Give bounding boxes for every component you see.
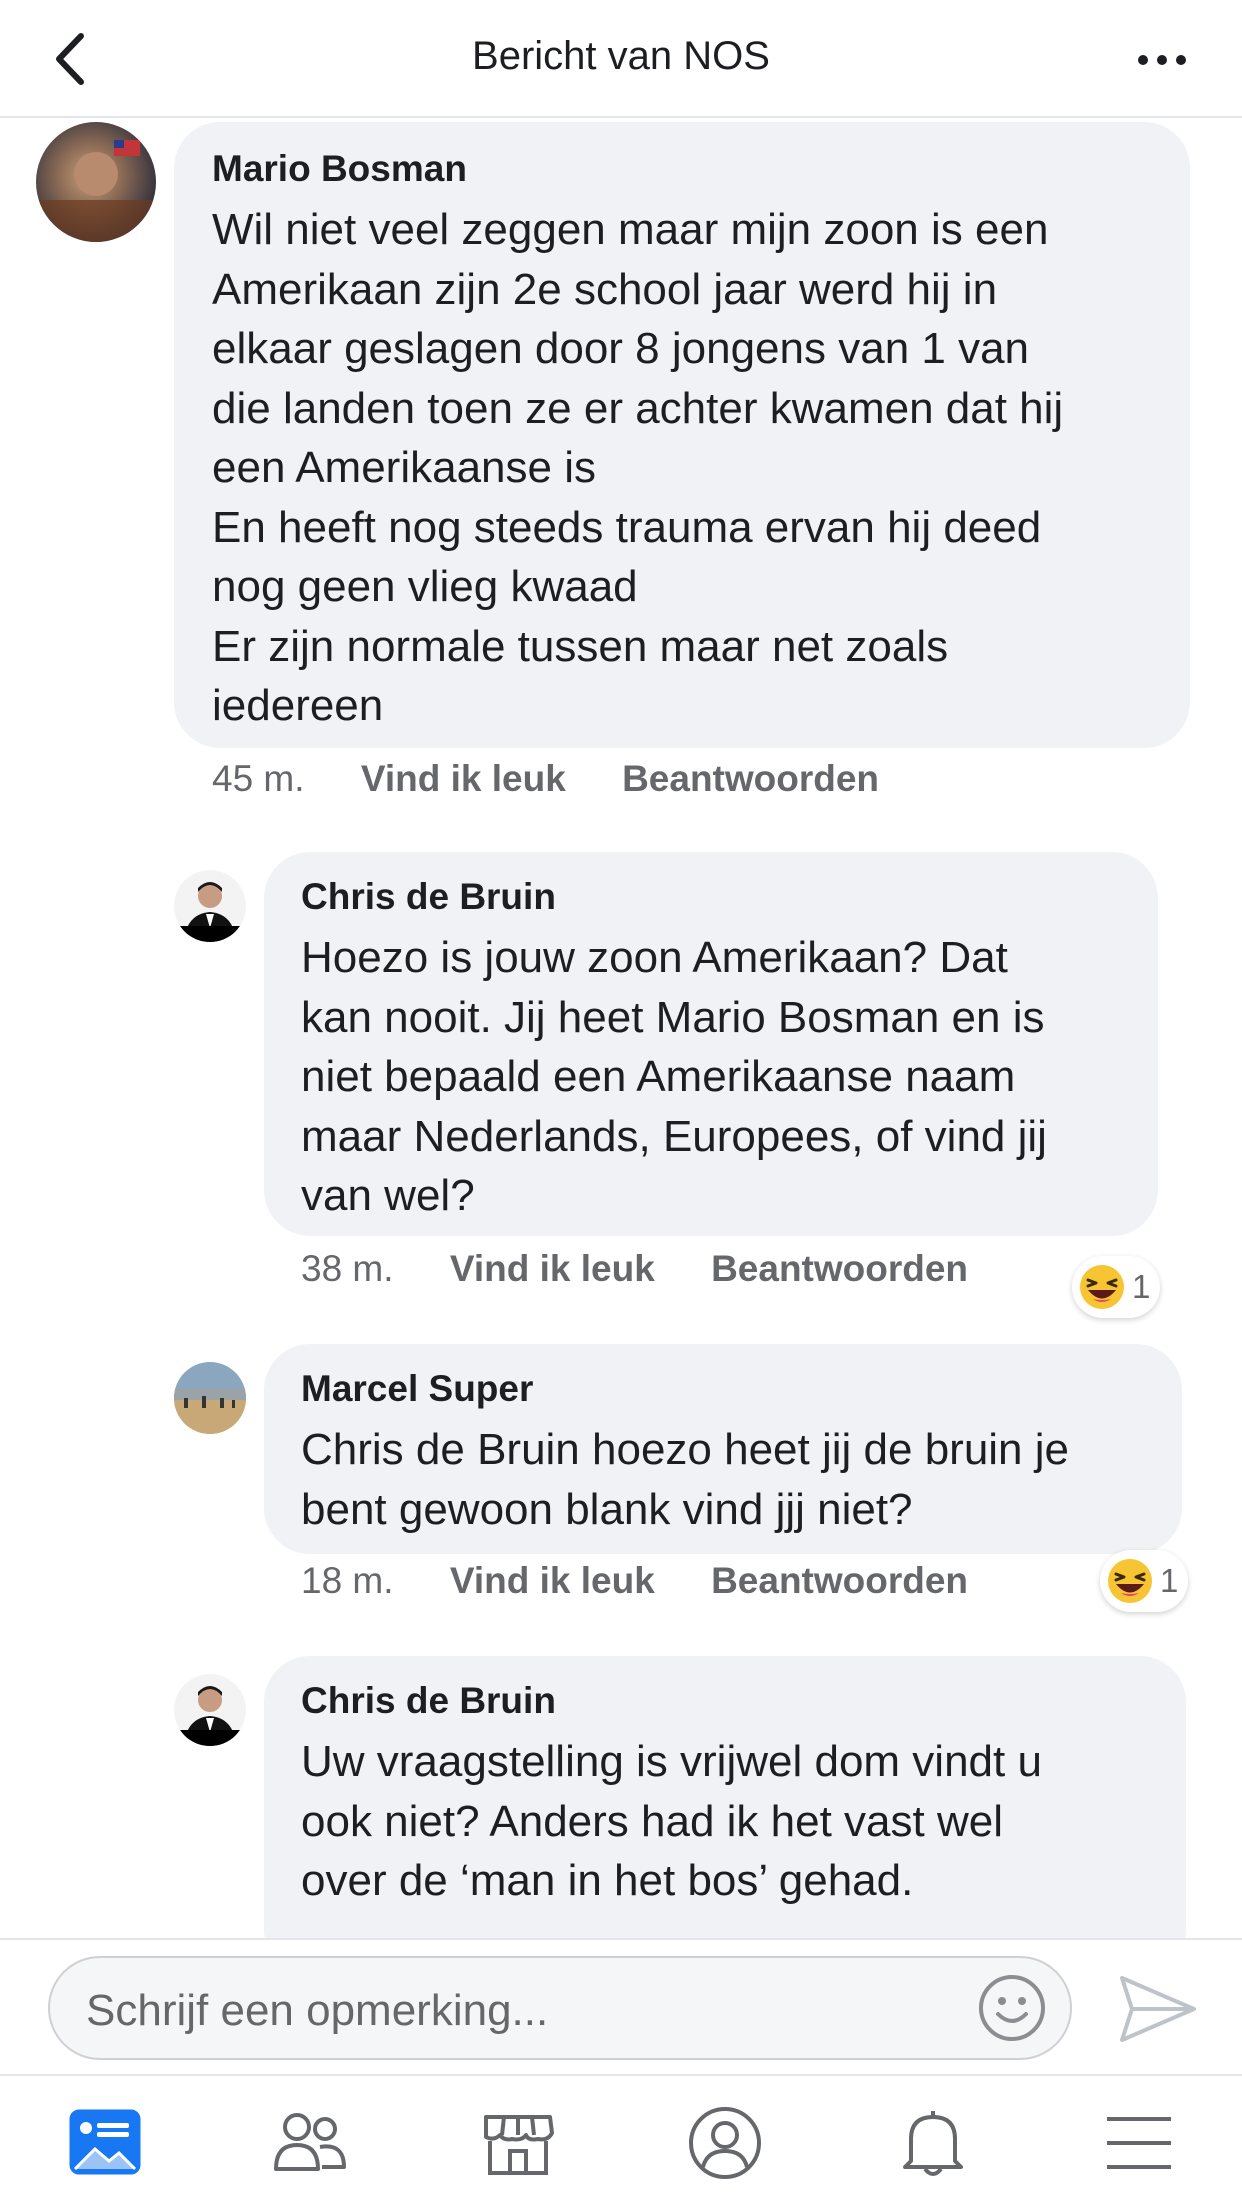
reaction-badge[interactable]: 1 xyxy=(1100,1550,1189,1612)
haha-emoji-icon xyxy=(1108,1559,1152,1603)
menu-icon xyxy=(1107,2117,1171,2169)
avatar[interactable] xyxy=(174,1362,246,1434)
tab-friends[interactable] xyxy=(265,2098,355,2188)
notifications-bell-icon xyxy=(903,2111,963,2176)
haha-emoji-icon xyxy=(1080,1265,1124,1309)
comment-meta: 38 m. Vind ik leuk Beantwoorden xyxy=(301,1248,968,1290)
tab-notifications[interactable] xyxy=(888,2098,978,2188)
reply-button[interactable]: Beantwoorden xyxy=(711,1560,968,1601)
tab-news-feed[interactable] xyxy=(60,2098,150,2188)
comment-author[interactable]: Mario Bosman xyxy=(212,148,467,190)
like-button[interactable]: Vind ik leuk xyxy=(450,1560,655,1601)
avatar[interactable] xyxy=(174,1674,246,1746)
comment-timestamp: 45 m. xyxy=(212,758,305,799)
avatar[interactable] xyxy=(174,870,246,942)
comment-text: Uw vraagstelling is vrijwel dom vindt u … xyxy=(301,1737,1042,1905)
smiley-icon xyxy=(979,1975,1045,2041)
like-button[interactable]: Vind ik leuk xyxy=(450,1248,655,1289)
comment-author[interactable]: Chris de Bruin xyxy=(301,1680,556,1722)
comment-thread: Mario Bosman Wil niet veel zeggen maar m… xyxy=(0,118,1242,1938)
comment-author[interactable]: Marcel Super xyxy=(301,1368,533,1410)
bottom-tab-bar xyxy=(0,2074,1242,2208)
profile-icon xyxy=(689,2107,761,2179)
reaction-count: 1 xyxy=(1132,1268,1151,1305)
friends-icon xyxy=(274,2113,346,2171)
more-options-button[interactable] xyxy=(1122,40,1202,80)
comment-timestamp: 38 m. xyxy=(301,1248,394,1289)
page-title: Bericht van NOS xyxy=(472,34,770,78)
comment-meta: 18 m. Vind ik leuk Beantwoorden xyxy=(301,1560,968,1602)
tab-profile[interactable] xyxy=(680,2098,770,2188)
reaction-count: 1 xyxy=(1160,1562,1179,1599)
more-dots-icon xyxy=(1138,55,1148,65)
comment-text: Chris de Bruin hoezo heet jij de bruin j… xyxy=(301,1425,1070,1534)
comment-input-placeholder: Schrijf een opmerking... xyxy=(86,1986,549,2035)
reaction-badge[interactable]: 1 xyxy=(1072,1256,1161,1318)
top-bar: Bericht van NOS xyxy=(0,0,1242,118)
news-feed-icon xyxy=(69,2109,141,2175)
tab-marketplace[interactable] xyxy=(473,2098,563,2188)
avatar[interactable] xyxy=(36,122,156,242)
comment-meta: 45 m. Vind ik leuk Beantwoorden xyxy=(212,758,879,800)
comment-input[interactable]: Schrijf een opmerking... xyxy=(48,1956,1072,2060)
emoji-button[interactable] xyxy=(976,1972,1048,2044)
comment-text: Hoezo is jouw zoon Amerikaan? Dat kan no… xyxy=(301,933,1047,1220)
send-icon xyxy=(1120,1976,1196,2042)
reply-button[interactable]: Beantwoorden xyxy=(622,758,879,799)
comment-timestamp: 18 m. xyxy=(301,1560,394,1601)
comment-text: Wil niet veel zeggen maar mijn zoon is e… xyxy=(212,205,1064,730)
tab-menu[interactable] xyxy=(1094,2098,1184,2188)
reply-button[interactable]: Beantwoorden xyxy=(711,1248,968,1289)
marketplace-icon xyxy=(484,2115,554,2175)
comment-author[interactable]: Chris de Bruin xyxy=(301,876,556,918)
comment-composer: Schrijf een opmerking... xyxy=(0,1938,1242,2074)
like-button[interactable]: Vind ik leuk xyxy=(361,758,566,799)
send-button[interactable] xyxy=(1116,1972,1200,2046)
